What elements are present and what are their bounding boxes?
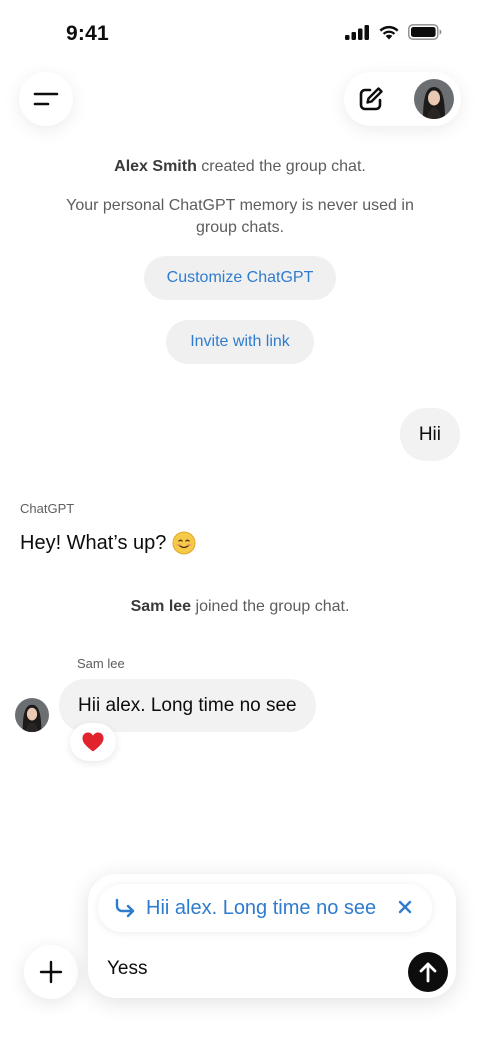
reply-arrow-icon — [115, 898, 135, 918]
user-message-bubble[interactable]: Hii — [399, 408, 460, 461]
customize-chatgpt-button[interactable]: Customize ChatGPT — [144, 256, 336, 300]
sender-avatar-image — [15, 698, 49, 732]
creator-name: Alex Smith — [114, 158, 197, 175]
battery-icon — [408, 24, 442, 40]
top-actions-pill — [344, 72, 461, 126]
reply-preview-text: Hii alex. Long time no see — [146, 896, 377, 919]
assistant-message: Hey! What’s up? — [20, 531, 196, 555]
compose-icon — [359, 87, 383, 111]
avatar-image — [414, 79, 454, 119]
heart-reaction[interactable] — [70, 723, 116, 761]
message-composer: Hii alex. Long time no see — [88, 874, 456, 998]
user-avatar[interactable] — [414, 79, 454, 119]
created-text: created the group chat. — [196, 158, 366, 175]
memory-notice: Your personal ChatGPT memory is never us… — [66, 197, 414, 236]
message-input[interactable] — [107, 958, 387, 980]
assistant-name: ChatGPT — [20, 501, 75, 516]
status-time: 9:41 — [66, 22, 109, 45]
reply-preview-chip[interactable]: Hii alex. Long time no see — [98, 884, 432, 932]
sender-avatar[interactable] — [15, 698, 49, 732]
menu-lines-icon — [33, 92, 59, 106]
close-icon — [398, 900, 412, 914]
send-button[interactable] — [408, 952, 448, 992]
wifi-icon — [379, 25, 399, 40]
joined-name: Sam lee — [130, 598, 192, 615]
user-message-text: Hii — [418, 423, 441, 445]
other-message-text: Hii alex. Long time no see — [78, 694, 297, 716]
status-bar: 9:41 — [0, 0, 480, 70]
member-joined-notice: Sam lee joined the group chat. — [0, 596, 480, 618]
invite-with-link-button[interactable]: Invite with link — [166, 320, 314, 364]
assistant-message-text: Hey! What’s up? — [20, 531, 167, 554]
heart-icon — [82, 732, 104, 752]
compose-button[interactable] — [352, 80, 390, 118]
status-icons — [345, 24, 442, 40]
cancel-reply-button[interactable] — [394, 896, 416, 918]
group-created-notice: Alex Smith created the group chat. — [0, 156, 480, 178]
plus-icon — [39, 960, 63, 984]
add-attachment-button[interactable] — [24, 945, 78, 999]
arrow-up-icon — [419, 962, 437, 983]
joined-text: joined the group chat. — [191, 598, 350, 615]
cellular-signal-icon — [345, 25, 369, 40]
menu-button[interactable] — [19, 72, 73, 126]
smiling-face-emoji-icon — [172, 531, 196, 555]
other-sender-name: Sam lee — [77, 656, 125, 671]
